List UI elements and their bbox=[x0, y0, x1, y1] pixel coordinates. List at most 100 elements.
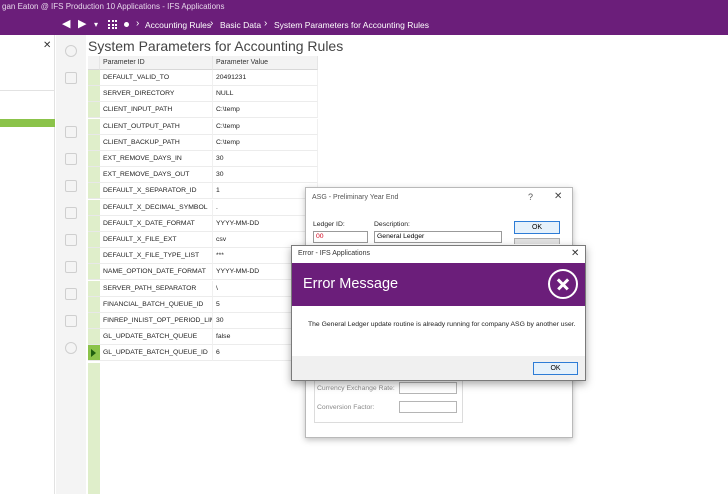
column-header-parameter-id[interactable]: Parameter ID bbox=[100, 56, 213, 70]
populate-icon[interactable] bbox=[65, 72, 77, 84]
breadcrumb-basic-data[interactable]: Basic Data bbox=[220, 20, 261, 30]
parameter-id-cell[interactable]: FINANCIAL_BATCH_QUEUE_ID bbox=[100, 296, 213, 313]
search-icon[interactable] bbox=[65, 45, 77, 57]
breadcrumb-chevron-icon: › bbox=[210, 18, 214, 29]
row-indicator[interactable] bbox=[88, 199, 100, 216]
error-dialog-title: Error - IFS Applications bbox=[298, 250, 370, 257]
parameter-id-cell[interactable]: DEFAULT_X_FILE_TYPE_LIST bbox=[100, 248, 213, 265]
parameter-id-cell[interactable]: DEFAULT_VALID_TO bbox=[100, 70, 213, 86]
row-indicator[interactable] bbox=[88, 215, 100, 232]
duplicate-icon[interactable] bbox=[65, 126, 77, 138]
parameter-value-cell[interactable]: YYYY-MM-DD bbox=[213, 215, 318, 232]
description-field[interactable]: General Ledger bbox=[374, 231, 502, 243]
ok-button[interactable]: OK bbox=[514, 221, 560, 234]
row-indicator[interactable] bbox=[88, 345, 100, 362]
parameter-value-cell[interactable]: C:\temp bbox=[213, 118, 318, 135]
ok-button[interactable]: OK bbox=[533, 362, 578, 375]
parameter-value-cell[interactable]: . bbox=[213, 199, 318, 216]
column-header-parameter-value[interactable]: Parameter Value bbox=[213, 56, 318, 70]
row-indicator[interactable] bbox=[88, 232, 100, 248]
row-indicator[interactable] bbox=[88, 183, 100, 200]
row-indicator[interactable] bbox=[88, 280, 100, 297]
row-indicator[interactable] bbox=[88, 151, 100, 167]
add-icon[interactable] bbox=[65, 99, 77, 111]
parameter-value-cell[interactable]: 30 bbox=[213, 167, 318, 184]
navigation-bar: ◀ ▶ ▾ › Accounting Rules › Basic Data › … bbox=[0, 14, 728, 35]
description-label: Description: bbox=[374, 221, 410, 228]
notes-icon[interactable] bbox=[65, 315, 77, 327]
navigator-selected-item[interactable] bbox=[0, 119, 55, 127]
help-icon[interactable]: ? bbox=[528, 192, 533, 202]
parameter-id-cell[interactable]: DEFAULT_X_DECIMAL_SYMBOL bbox=[100, 199, 213, 216]
row-indicator[interactable] bbox=[88, 102, 100, 119]
error-message: The General Ledger update routine is alr… bbox=[308, 321, 576, 328]
ledger-id-field[interactable]: 00 bbox=[313, 231, 368, 243]
error-dialog-footer: OK bbox=[292, 356, 585, 380]
parameter-id-cell[interactable]: SERVER_DIRECTORY bbox=[100, 86, 213, 103]
parameter-id-cell[interactable]: SERVER_PATH_SEPARATOR bbox=[100, 280, 213, 297]
document-icon[interactable] bbox=[65, 207, 77, 219]
row-indicator[interactable] bbox=[88, 313, 100, 329]
parameter-value-cell[interactable]: C:\temp bbox=[213, 102, 318, 119]
settings-icon[interactable] bbox=[65, 342, 77, 354]
parameter-id-cell[interactable]: DEFAULT_X_SEPARATOR_ID bbox=[100, 183, 213, 200]
list-icon[interactable] bbox=[65, 180, 77, 192]
chart-icon[interactable] bbox=[65, 261, 77, 273]
forward-arrow-icon[interactable]: ▶ bbox=[78, 18, 86, 30]
calendar-icon[interactable] bbox=[65, 234, 77, 246]
conversion-factor-field[interactable] bbox=[399, 401, 457, 413]
window-title: gan Eaton @ IFS Production 10 Applicatio… bbox=[0, 0, 728, 14]
row-indicator-strip bbox=[88, 363, 100, 494]
history-dropdown-icon[interactable]: ▾ bbox=[94, 19, 98, 31]
page-title: System Parameters for Accounting Rules bbox=[88, 38, 344, 54]
error-banner: Error Message bbox=[292, 263, 585, 306]
row-indicator[interactable] bbox=[88, 296, 100, 313]
parameter-id-cell[interactable]: NAME_OPTION_DATE_FORMAT bbox=[100, 264, 213, 281]
navigator-panel bbox=[0, 35, 55, 494]
parameter-value-cell[interactable]: C:\temp bbox=[213, 134, 318, 151]
parameter-value-cell[interactable]: NULL bbox=[213, 86, 318, 103]
parameter-value-cell[interactable]: 30 bbox=[213, 151, 318, 167]
home-dot-icon[interactable] bbox=[124, 22, 129, 27]
parameter-id-cell[interactable]: GL_UPDATE_BATCH_QUEUE bbox=[100, 329, 213, 346]
attachment-icon[interactable] bbox=[65, 288, 77, 300]
ledger-id-label: Ledger ID: bbox=[313, 221, 345, 228]
row-indicator[interactable] bbox=[88, 264, 100, 281]
row-indicator[interactable] bbox=[88, 248, 100, 265]
currency-rate-field[interactable] bbox=[399, 382, 457, 394]
parameter-id-cell[interactable]: FINREP_INLIST_OPT_PERIOD_LIMIT bbox=[100, 313, 213, 329]
error-heading: Error Message bbox=[303, 276, 399, 292]
conversion-factor-label: Conversion Factor: bbox=[317, 404, 375, 411]
row-indicator[interactable] bbox=[88, 118, 100, 135]
row-indicator[interactable] bbox=[88, 134, 100, 151]
parameter-id-cell[interactable]: CLIENT_INPUT_PATH bbox=[100, 102, 213, 119]
breadcrumb-system-parameters[interactable]: System Parameters for Accounting Rules bbox=[274, 20, 429, 30]
close-navigator-icon[interactable]: ✕ bbox=[43, 40, 51, 51]
breadcrumb-accounting-rules[interactable]: Accounting Rules bbox=[145, 20, 211, 30]
secondary-button[interactable] bbox=[514, 238, 560, 244]
parameter-id-cell[interactable]: GL_UPDATE_BATCH_QUEUE_ID bbox=[100, 345, 213, 362]
breadcrumb-chevron-icon: › bbox=[136, 18, 140, 29]
parameter-id-cell[interactable]: CLIENT_OUTPUT_PATH bbox=[100, 118, 213, 135]
parameter-id-cell[interactable]: EXT_REMOVE_DAYS_IN bbox=[100, 151, 213, 167]
delete-icon[interactable] bbox=[65, 153, 77, 165]
row-indicator[interactable] bbox=[88, 70, 100, 86]
error-dialog: Error - IFS Applications ✕ Error Message… bbox=[291, 245, 586, 381]
parameter-id-cell[interactable]: DEFAULT_X_DATE_FORMAT bbox=[100, 215, 213, 232]
close-icon[interactable]: ✕ bbox=[571, 248, 579, 259]
close-icon[interactable]: ✕ bbox=[554, 191, 562, 202]
back-arrow-icon[interactable]: ◀ bbox=[62, 18, 70, 30]
navigator-grid-icon[interactable] bbox=[108, 20, 117, 29]
parameter-id-cell[interactable]: CLIENT_BACKUP_PATH bbox=[100, 134, 213, 151]
parameter-id-cell[interactable]: EXT_REMOVE_DAYS_OUT bbox=[100, 167, 213, 184]
row-indicator[interactable] bbox=[88, 167, 100, 184]
error-x-icon bbox=[548, 269, 578, 299]
row-indicator[interactable] bbox=[88, 329, 100, 346]
parameter-id-cell[interactable]: DEFAULT_X_FILE_EXT bbox=[100, 232, 213, 248]
parameter-value-cell[interactable]: 20491231 bbox=[213, 70, 318, 86]
dialog-title: ASG - Preliminary Year End bbox=[312, 194, 399, 201]
navigator-divider bbox=[0, 90, 55, 91]
grid-corner bbox=[88, 56, 100, 70]
parameter-value-cell[interactable]: 1 bbox=[213, 183, 318, 200]
row-indicator[interactable] bbox=[88, 86, 100, 103]
